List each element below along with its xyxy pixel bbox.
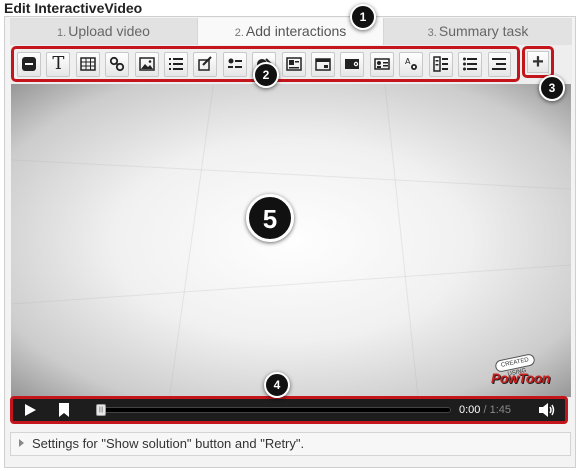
single-choice-button[interactable] xyxy=(193,51,218,77)
time-separator: / xyxy=(483,404,487,416)
tab-upload-video[interactable]: 1. Upload video xyxy=(10,18,198,45)
callout-marker-3: 3 xyxy=(539,75,565,101)
bookmark-button[interactable] xyxy=(47,399,81,421)
tab-summary-task[interactable]: 3. Summary task xyxy=(384,18,572,45)
fill-blanks-button[interactable] xyxy=(281,51,306,77)
callout-marker-1: 1 xyxy=(350,4,376,30)
watermark-logo: PowToon xyxy=(491,370,550,386)
mark-words-button[interactable] xyxy=(340,51,365,77)
mark-words-icon xyxy=(345,59,360,69)
page-title: Edit InteractiveVideo xyxy=(4,0,143,16)
tab-number: 3. xyxy=(427,27,437,39)
seek-bar[interactable]: ||| xyxy=(96,404,451,416)
add-interaction-button[interactable]: + xyxy=(527,51,549,73)
table-button[interactable] xyxy=(75,51,100,77)
paper-crease xyxy=(169,85,214,396)
tab-number: 1. xyxy=(57,27,67,39)
fill-blanks-icon xyxy=(285,57,302,71)
multiple-choice-button[interactable] xyxy=(222,51,247,77)
link-icon xyxy=(110,56,125,72)
table-icon xyxy=(80,57,96,71)
image-button[interactable] xyxy=(134,51,159,77)
callout-marker-4: 4 xyxy=(264,372,290,398)
add-interaction-wrapper: + xyxy=(522,46,554,78)
list-icon xyxy=(463,57,478,71)
statements-button[interactable] xyxy=(164,51,188,77)
stop-button[interactable] xyxy=(17,51,41,77)
image-icon xyxy=(138,57,155,71)
tab-label: Upload video xyxy=(68,23,150,39)
wizard-tabs: 1. Upload video 2. Add interactions 3. Summ… xyxy=(10,18,572,45)
text-icon: T xyxy=(52,53,65,74)
time-display: 0:00 / 1:45 xyxy=(459,402,511,418)
callout-marker-5: 5 xyxy=(246,194,294,242)
expand-arrow-icon xyxy=(19,439,24,447)
navigation-hotspot-icon: A xyxy=(405,57,418,70)
text-button[interactable]: T xyxy=(46,51,71,77)
more-button[interactable] xyxy=(487,51,512,77)
link-button[interactable] xyxy=(105,51,130,77)
drag-text-button[interactable] xyxy=(369,51,394,77)
multiple-choice-icon xyxy=(227,58,242,68)
questionnaire-button[interactable] xyxy=(428,51,453,77)
statements-icon xyxy=(168,58,183,70)
paper-crease xyxy=(11,264,571,305)
volume-button[interactable] xyxy=(537,401,557,419)
tab-label: Add interactions xyxy=(245,23,347,39)
paper-crease xyxy=(11,159,571,190)
current-time: 0:00 xyxy=(459,404,481,416)
more-icon xyxy=(492,58,507,70)
drag-drop-button[interactable] xyxy=(311,51,335,77)
stop-icon xyxy=(21,57,36,71)
play-icon xyxy=(25,404,36,416)
list-button[interactable] xyxy=(458,51,482,77)
volume-icon xyxy=(539,403,555,417)
navigation-hotspot-button[interactable]: A xyxy=(399,51,424,77)
video-canvas[interactable]: CREATED USING PowToon xyxy=(11,84,571,397)
settings-label: Settings for "Show solution" button and … xyxy=(32,436,305,451)
paper-crease xyxy=(384,84,419,397)
drag-drop-icon xyxy=(315,58,331,71)
settings-collapsible[interactable]: Settings for "Show solution" button and … xyxy=(10,432,571,456)
seek-handle[interactable]: ||| xyxy=(96,404,106,416)
bookmark-icon xyxy=(59,403,69,417)
play-button[interactable] xyxy=(13,399,47,421)
video-controls: ||| 0:00 / 1:45 xyxy=(10,396,568,424)
callout-marker-2: 2 xyxy=(253,62,279,88)
single-choice-icon xyxy=(198,56,213,71)
duration: 1:45 xyxy=(489,404,512,416)
questionnaire-icon xyxy=(432,56,448,72)
svg-text:A: A xyxy=(405,57,411,66)
drag-text-icon xyxy=(374,58,390,70)
powtoon-watermark: CREATED USING PowToon xyxy=(491,352,553,391)
tab-number: 2. xyxy=(234,27,244,39)
tab-label: Summary task xyxy=(438,23,529,39)
